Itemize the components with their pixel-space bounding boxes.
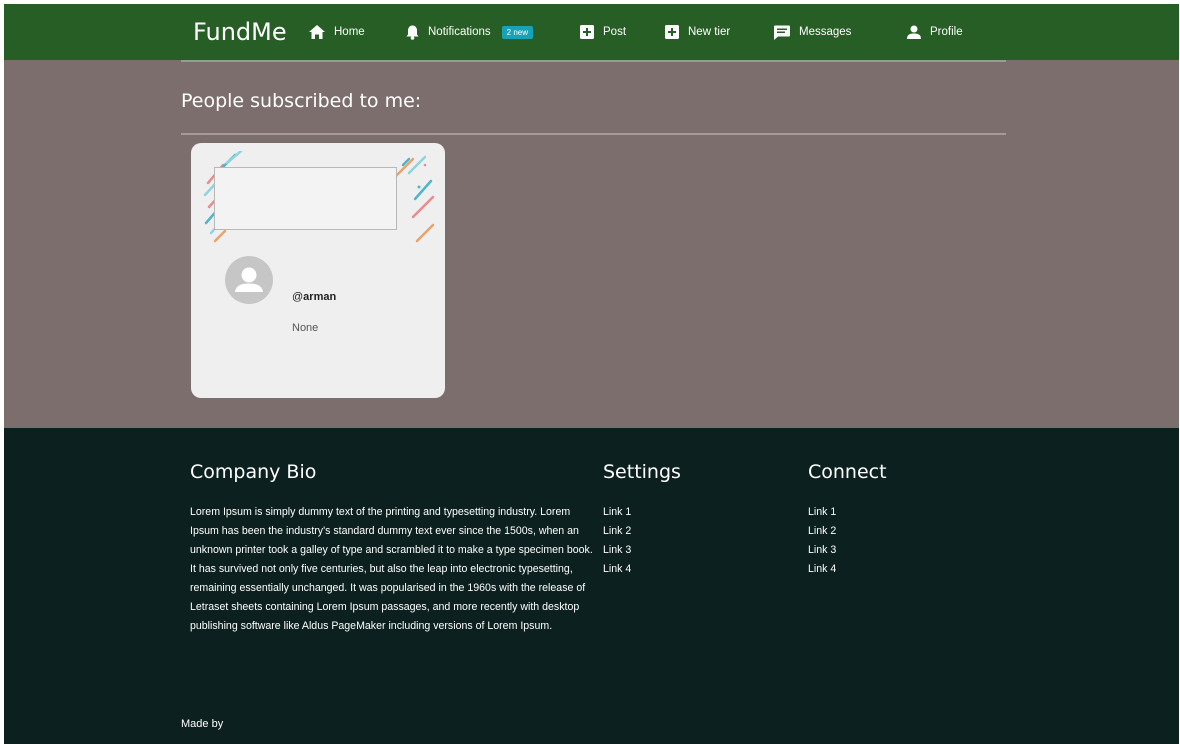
- nav-notifications[interactable]: Notifications 2 new: [406, 22, 533, 42]
- settings-link[interactable]: Link 2: [603, 522, 631, 541]
- connect-links: Link 1 Link 2 Link 3 Link 4: [808, 503, 836, 579]
- message-icon: [774, 25, 790, 40]
- connect-link[interactable]: Link 2: [808, 522, 836, 541]
- nav-notifications-label: Notifications: [428, 26, 491, 38]
- nav-profile-label: Profile: [930, 26, 963, 38]
- settings-link[interactable]: Link 3: [603, 541, 631, 560]
- title-divider: [181, 133, 1006, 135]
- connect-link[interactable]: Link 4: [808, 560, 836, 579]
- username-handle: arman: [303, 291, 337, 303]
- notifications-badge: 2 new: [501, 25, 533, 39]
- nav-new-tier-label: New tier: [688, 26, 731, 38]
- connect-link[interactable]: Link 3: [808, 541, 836, 560]
- plus-box-icon: [580, 25, 594, 39]
- settings-heading: Settings: [603, 461, 681, 483]
- brand-logo[interactable]: FundMe: [193, 18, 287, 46]
- subscriber-bio: None: [292, 322, 319, 334]
- settings-link[interactable]: Link 1: [603, 503, 631, 522]
- username-prefix: @: [292, 291, 304, 303]
- card-banner-frame: [214, 167, 397, 230]
- connect-heading: Connect: [808, 461, 887, 483]
- settings-link[interactable]: Link 4: [603, 560, 631, 579]
- nav-home-label: Home: [334, 26, 365, 38]
- plus-box-icon: [665, 25, 679, 39]
- company-bio-heading: Company Bio: [190, 461, 317, 483]
- nav-post-label: Post: [603, 26, 627, 38]
- subscriber-card[interactable]: @arman None: [191, 143, 445, 398]
- company-bio-text: Lorem Ipsum is simply dummy text of the …: [190, 506, 593, 632]
- nav-new-tier[interactable]: New tier: [665, 22, 730, 42]
- page-title: People subscribed to me:: [181, 90, 422, 112]
- bell-icon: [406, 25, 419, 40]
- avatar[interactable]: [225, 256, 273, 304]
- navbar: FundMe Home Notifications 2 new Post New…: [4, 4, 1179, 62]
- settings-links: Link 1 Link 2 Link 3 Link 4: [603, 503, 631, 579]
- page: FundMe Home Notifications 2 new Post New…: [4, 4, 1179, 744]
- nav-messages-label: Messages: [799, 26, 852, 38]
- home-icon: [309, 25, 325, 39]
- person-icon: [907, 25, 921, 39]
- nav-post[interactable]: Post: [580, 22, 626, 42]
- navbar-divider: [181, 60, 1006, 62]
- connect-link[interactable]: Link 1: [808, 503, 836, 522]
- nav-messages[interactable]: Messages: [774, 22, 851, 42]
- nav-home[interactable]: Home: [309, 22, 365, 42]
- subscriber-username[interactable]: @arman: [292, 291, 336, 303]
- made-by-text: Made by: [181, 718, 224, 730]
- nav-profile[interactable]: Profile: [907, 22, 963, 42]
- footer: Company Bio Lorem Ipsum is simply dummy …: [4, 428, 1179, 744]
